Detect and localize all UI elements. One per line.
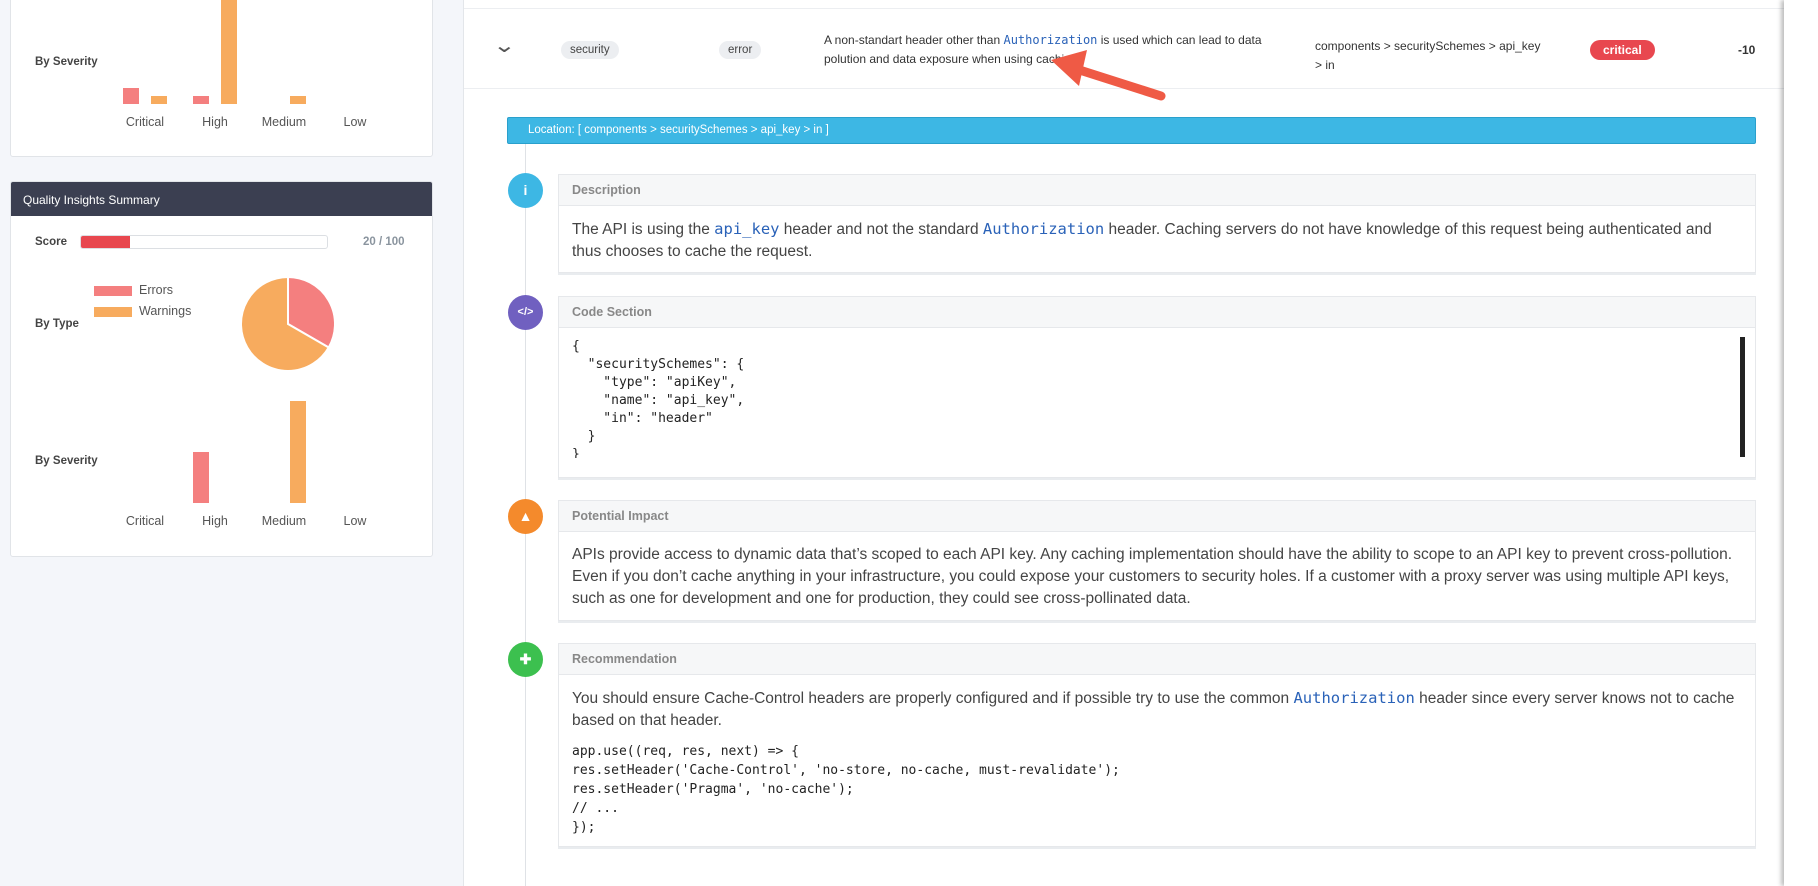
bar-warnings-critical — [151, 96, 167, 104]
location-bar: Location: [ components > securitySchemes… — [507, 117, 1756, 144]
bar-warnings-high — [221, 0, 237, 104]
red-arrow-annotation — [1051, 50, 1166, 101]
bar-warnings-medium — [290, 96, 306, 104]
text: The API is using the — [572, 221, 715, 238]
page-edge — [1784, 0, 1818, 886]
scrollbar[interactable] — [1740, 337, 1745, 457]
type-badge: error — [719, 41, 762, 59]
severity-badge: critical — [1590, 40, 1655, 60]
recommendation-section: Recommendation You should ensure Cache-C… — [558, 643, 1756, 847]
bar-errors-high — [193, 452, 209, 503]
section-body: You should ensure Cache-Control headers … — [559, 675, 1755, 849]
section-title: Code Section — [559, 297, 1755, 328]
left-panel: By Severity Critical High Medium Low Qualit… — [0, 0, 464, 886]
tick-label: Critical — [126, 115, 164, 129]
bar-warnings-medium — [290, 401, 306, 503]
bar-errors-high — [193, 96, 209, 104]
impact-section: Potential Impact APIs provide access to … — [558, 500, 1756, 621]
main-content: ⌄ security error A non-standart header o… — [464, 0, 1784, 886]
code-block: app.use((req, res, next) => { res.setHea… — [572, 744, 1120, 835]
code-section: Code Section { "securitySchemes": { "typ… — [558, 296, 1756, 478]
summary-card: By Severity Critical High Medium Low — [10, 0, 433, 157]
info-icon: i — [508, 173, 543, 208]
description-section: Description The API is using the api_key… — [558, 174, 1756, 273]
section-body: The API is using the api_key header and … — [559, 206, 1755, 275]
issue-path: components > securitySchemes > api_key >… — [1315, 39, 1541, 72]
recommendation-icon: ✚ — [508, 642, 543, 677]
text: A non-standart header other than — [824, 33, 1004, 47]
code-block: { "securitySchemes": { "type": "apiKey",… — [572, 339, 745, 458]
bar-errors-critical — [123, 88, 139, 104]
section-title: Recommendation — [559, 644, 1755, 675]
tick-label: Medium — [262, 514, 306, 528]
severity-bar-chart: Critical High Medium Low — [123, 0, 368, 129]
category-badge: security — [561, 41, 619, 59]
tick-label: Low — [344, 514, 368, 528]
tick-label: High — [202, 115, 228, 129]
tick-label: Critical — [126, 514, 164, 528]
code-text: Authorization — [1003, 33, 1098, 47]
code-text: Authorization — [1293, 689, 1415, 707]
code-text: Authorization — [982, 220, 1105, 238]
score-delta: -10 — [1738, 43, 1756, 57]
tick-label: Low — [344, 115, 368, 129]
chevron-down-icon[interactable]: ⌄ — [493, 33, 516, 58]
section-title: Potential Impact — [559, 501, 1755, 532]
quality-insights-card: Quality Insights Summary Score 20 / 100 … — [10, 181, 433, 557]
section-body: APIs provide access to dynamic data that… — [572, 546, 1733, 607]
text: header and not the standard — [779, 221, 983, 238]
code-text: api_key — [714, 220, 780, 238]
tick-label: High — [202, 514, 228, 528]
impact-icon: ▲ — [508, 499, 543, 534]
code-icon: </> — [508, 295, 543, 330]
quality-severity-bar-chart: Critical High Medium Low — [126, 401, 368, 528]
text: You should ensure Cache-Control headers … — [572, 690, 1294, 707]
tick-label: Medium — [262, 115, 306, 129]
section-title: Description — [559, 175, 1755, 206]
